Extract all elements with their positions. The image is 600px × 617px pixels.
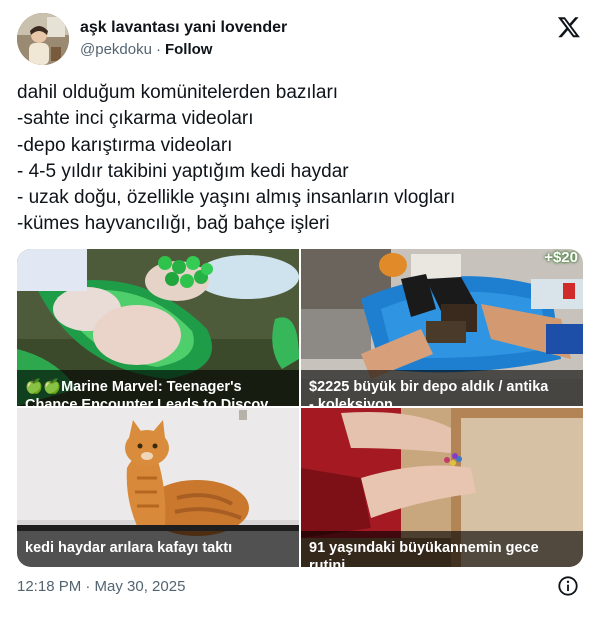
media-item-cat-video[interactable]: kedi haydar arılara kafayı taktı bbox=[17, 408, 299, 567]
separator-dot: · bbox=[155, 41, 161, 58]
avatar[interactable] bbox=[17, 13, 69, 65]
follow-button[interactable]: Follow bbox=[165, 41, 213, 58]
tweet-line: -sahte inci çıkarma videoları bbox=[17, 108, 254, 130]
tweet-line: dahil olduğum komünitelerden bazıları bbox=[17, 82, 339, 103]
media-caption-line: kedi haydar arılara kafayı taktı bbox=[25, 540, 233, 556]
tweet-line: -kümes hayvancılığı, bağ bahçe işleri bbox=[17, 213, 330, 235]
media-caption-line: - koleksiyon bbox=[309, 397, 393, 406]
media-caption: 🍏🍏Marine Marvel: Teenager's Chance Encou… bbox=[17, 370, 299, 406]
author-display-name[interactable]: aşk lavantası yani lovender bbox=[80, 19, 287, 37]
media-item-storage-video[interactable]: +$20 $2225 büyük bir depo aldık / antika… bbox=[301, 249, 583, 406]
media-grid: 🍏🍏Marine Marvel: Teenager's Chance Encou… bbox=[17, 249, 583, 567]
tweet-timestamp[interactable]: 12:18 PM · May 30, 2025 bbox=[17, 578, 185, 595]
tweet-line: - 4-5 yıldır takibini yaptığım kedi hayd… bbox=[17, 160, 349, 182]
tweet-footer: 12:18 PM · May 30, 2025 bbox=[17, 575, 583, 599]
author-handle-row: @pekdoku · Follow bbox=[80, 41, 212, 58]
info-icon[interactable] bbox=[557, 575, 579, 597]
media-caption: kedi haydar arılara kafayı taktı bbox=[17, 531, 299, 567]
media-caption: $2225 büyük bir depo aldık / antika - ko… bbox=[301, 370, 583, 406]
media-caption-line: 🍏🍏Marine Marvel: Teenager's bbox=[25, 379, 242, 395]
x-logo-icon[interactable] bbox=[557, 15, 581, 39]
media-caption: 91 yaşındaki büyükannemin gece rutini bbox=[301, 531, 583, 567]
media-caption-line: 91 yaşındaki büyükannemin gece bbox=[309, 540, 539, 556]
media-caption-line: $2225 büyük bir depo aldık / antika bbox=[309, 379, 549, 395]
author-handle[interactable]: @pekdoku bbox=[80, 41, 152, 58]
avatar-image bbox=[17, 13, 69, 65]
media-caption-line: rutini bbox=[309, 558, 346, 567]
tweet-line: -depo karıştırma videoları bbox=[17, 134, 233, 156]
tweet-text: dahil olduğum komünitelerden bazıları -s… bbox=[17, 80, 583, 238]
media-item-pearl-video[interactable]: 🍏🍏Marine Marvel: Teenager's Chance Encou… bbox=[17, 249, 299, 406]
tweet-header: aşk lavantası yani lovender @pekdoku · Fol… bbox=[17, 13, 583, 67]
media-item-grandma-video[interactable]: 91 yaşındaki büyükannemin gece rutini bbox=[301, 408, 583, 567]
tweet-line: - uzak doğu, özellikle yaşını almış insa… bbox=[17, 187, 456, 209]
price-badge: +$20 bbox=[544, 249, 578, 266]
media-caption-line: Chance Encounter Leads to Discov bbox=[25, 397, 269, 406]
